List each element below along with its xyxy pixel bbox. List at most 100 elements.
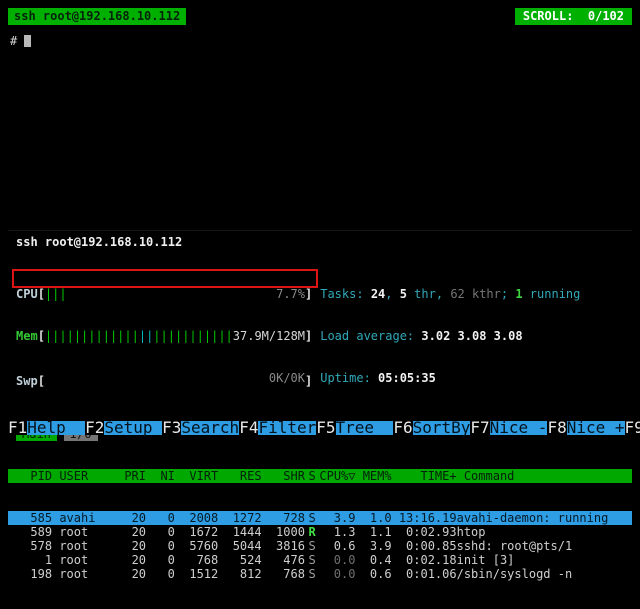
header-ni[interactable]: NI <box>146 469 175 483</box>
cell-pri: 20 <box>117 539 146 553</box>
cell-pid: 578 <box>16 539 52 553</box>
cell-res: 5044 <box>218 539 261 553</box>
cpu-meter-value: 7.7% <box>276 287 305 301</box>
fkey-label: Nice + <box>567 421 625 435</box>
process-row[interactable]: 1root200768524476S0.00.40:02.18init [3] <box>8 553 632 567</box>
cursor-block <box>24 35 31 47</box>
shell-prompt-line[interactable]: # <box>8 34 632 48</box>
fkey-label: Nice - <box>490 421 548 435</box>
cpu-meter-label: CPU <box>16 287 38 301</box>
uptime-value: 05:05:35 <box>378 371 436 385</box>
header-virt[interactable]: VIRT <box>175 469 218 483</box>
cell-virt: 768 <box>175 553 218 567</box>
fkey-number: F9 <box>625 421 640 435</box>
header-shr[interactable]: SHR <box>262 469 305 483</box>
cell-virt: 1512 <box>175 567 218 581</box>
top-terminal-pane: ssh root@192.168.10.112 SCROLL: 0/102 # <box>8 8 632 48</box>
fkey-f5[interactable]: F5Tree <box>316 421 393 435</box>
bottom-terminal-pane: ssh root@192.168.10.112 CPU[|||7.7%] Mem… <box>8 230 632 451</box>
cell-pid: 198 <box>16 567 52 581</box>
header-pid[interactable]: PID <box>16 469 52 483</box>
cell-mem: 1.1 <box>355 525 391 539</box>
mem-meter: Mem[||||||||||||||||||||||||||37.9M/128M… <box>16 329 312 343</box>
cell-mem: 1.0 <box>355 511 391 525</box>
cell-state: S <box>305 511 319 525</box>
cell-pri: 20 <box>117 567 146 581</box>
header-cpu-sort[interactable]: CPU%▽ <box>319 469 355 483</box>
load-label: Load average: <box>320 329 421 343</box>
swap-meter-label: Swp <box>16 374 38 388</box>
process-row[interactable]: 198root2001512812768S0.00.60:01.06/sbin/… <box>8 567 632 581</box>
fkey-label: Filter <box>258 421 316 435</box>
cell-shr: 476 <box>262 553 305 567</box>
cell-user: root <box>52 567 117 581</box>
cell-state: S <box>305 567 319 581</box>
bracket-close: ] <box>305 329 312 343</box>
cell-cpu: 0.6 <box>319 539 355 553</box>
header-pri[interactable]: PRI <box>117 469 146 483</box>
cpu-meter-bars: ||| <box>45 287 67 301</box>
fkey-number: F8 <box>547 421 566 435</box>
cell-pid: 589 <box>16 525 52 539</box>
header-time[interactable]: TIME+ <box>392 469 457 483</box>
cell-command: htop <box>457 525 632 539</box>
mem-meter-bars-used: ||||||||||||| <box>45 329 139 343</box>
load-average: Load average: 3.02 3.08 3.08 <box>320 329 580 343</box>
ssh-session-title: ssh root@192.168.10.112 <box>8 8 186 25</box>
header-command[interactable]: Command <box>457 469 632 483</box>
process-row[interactable]: 589root200167214441000R1.31.10:02.93htop <box>8 525 632 539</box>
cell-command: /sbin/syslogd -n <box>457 567 632 581</box>
kernel-threads: 62 kthr <box>450 287 501 301</box>
fkey-label: Setup <box>104 421 162 435</box>
cell-res: 1272 <box>218 511 261 525</box>
cell-pri: 20 <box>117 525 146 539</box>
cell-res: 1444 <box>218 525 261 539</box>
header-mem[interactable]: MEM% <box>355 469 391 483</box>
cell-virt: 2008 <box>175 511 218 525</box>
fkey-f4[interactable]: F4Filter <box>239 421 316 435</box>
fkey-label: Search <box>181 421 239 435</box>
cell-time: 0:02.18 <box>392 553 457 567</box>
process-row[interactable]: 578root200576050443816S0.63.90:00.85sshd… <box>8 539 632 553</box>
cell-shr: 768 <box>262 567 305 581</box>
cell-mem: 0.6 <box>355 567 391 581</box>
tasks-count: 24 <box>371 287 385 301</box>
fkey-f9[interactable]: F9Kill <box>625 421 640 435</box>
cell-user: avahi <box>52 511 117 525</box>
cell-res: 812 <box>218 567 261 581</box>
cell-ni: 0 <box>146 553 175 567</box>
header-user[interactable]: USER <box>52 469 117 483</box>
process-rows: 585avahi20020081272728S3.91.013:16.19ava… <box>8 511 632 581</box>
cell-state: S <box>305 539 319 553</box>
process-row[interactable]: 585avahi20020081272728S3.91.013:16.19ava… <box>8 511 632 525</box>
fkey-f6[interactable]: F6SortBy <box>393 421 470 435</box>
swap-meter-value: 0K/0K <box>269 371 305 385</box>
fkey-label: Help <box>27 421 85 435</box>
cell-shr: 1000 <box>262 525 305 539</box>
mem-meter-bars-cache: ||||||||||| <box>153 329 232 343</box>
header-state[interactable]: S <box>305 469 319 483</box>
terminal-screen: ssh root@192.168.10.112 SCROLL: 0/102 # … <box>0 0 640 451</box>
mem-meter-value: 37.9M/128M <box>233 329 305 343</box>
cpu-meter: CPU[|||7.7%] <box>16 287 312 301</box>
cell-command: init [3] <box>457 553 632 567</box>
titlebar-spacer <box>186 8 515 25</box>
fkey-number: F7 <box>470 421 489 435</box>
prompt-symbol: # <box>10 34 17 48</box>
function-key-bar: F1HelpF2SetupF3SearchF4FilterF5TreeF6Sor… <box>8 421 632 435</box>
bracket-close: ] <box>305 374 312 388</box>
cell-res: 524 <box>218 553 261 567</box>
cell-pri: 20 <box>117 553 146 567</box>
fkey-f3[interactable]: F3Search <box>162 421 239 435</box>
fkey-f8[interactable]: F8Nice + <box>547 421 624 435</box>
cell-time: 13:16.19 <box>392 511 457 525</box>
process-table-header: PID USER PRI NI VIRT RES SHR S CPU%▽ MEM… <box>8 469 632 483</box>
cell-time: 0:01.06 <box>392 567 457 581</box>
fkey-f1[interactable]: F1Help <box>8 421 85 435</box>
load-5min: 3.08 <box>458 329 494 343</box>
header-res[interactable]: RES <box>218 469 261 483</box>
cell-shr: 728 <box>262 511 305 525</box>
fkey-f7[interactable]: F7Nice - <box>470 421 547 435</box>
bracket-open: [ <box>38 329 45 343</box>
fkey-f2[interactable]: F2Setup <box>85 421 162 435</box>
